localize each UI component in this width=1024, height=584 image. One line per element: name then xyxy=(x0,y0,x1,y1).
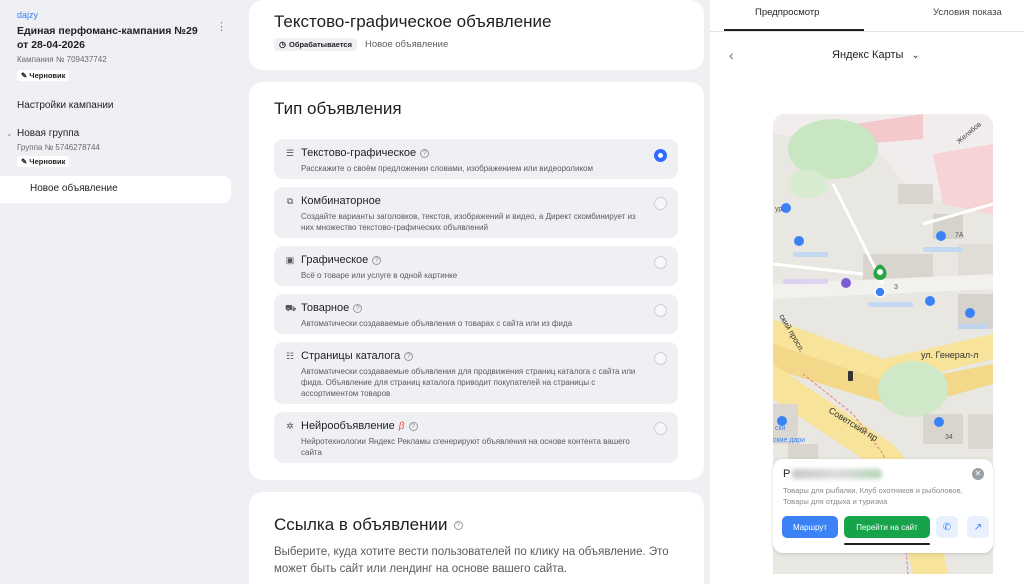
sidebar: dajzy Единая перфоманс-кампания №29 от 2… xyxy=(0,0,240,584)
pencil-icon: ✎ xyxy=(21,71,28,80)
campaign-id: Кампания № 709437742 xyxy=(17,55,107,64)
sidebar-item-new-ad[interactable]: Новое объявление xyxy=(0,176,231,203)
map-label: ур. xyxy=(775,206,784,213)
status-row: ◷ Обрабатывается Новое объявление xyxy=(274,38,448,51)
option-title: Нейрообъявление xyxy=(301,420,395,432)
section-title: Тип объявления xyxy=(274,99,402,118)
option-desc: Создайте варианты заголовков, текстов, и… xyxy=(301,212,636,232)
radio[interactable] xyxy=(654,197,667,210)
option-desc: Всё о товаре или услуге в одной картинке xyxy=(301,271,458,280)
business-card-popup: Р ✕ Товары для рыбалки, Клуб охотников и… xyxy=(773,459,993,553)
section-desc: Выберите, куда хотите вести пользователе… xyxy=(274,546,669,575)
option-desc: Расскажите о своём предложении словами, … xyxy=(301,164,593,173)
tabs-divider xyxy=(710,31,1024,32)
help-icon[interactable]: ? xyxy=(420,148,430,158)
status-badge: ◷ Обрабатывается xyxy=(274,38,357,51)
option-neuro-ad[interactable]: ✲ Нейрообъявление β? Нейротехнологии Янде… xyxy=(274,412,678,463)
section-title: Ссылка в объявлении? xyxy=(274,515,463,535)
street-label: ул. Генерал-л xyxy=(921,350,978,360)
radio[interactable] xyxy=(654,256,667,269)
text-lines-icon: ☰ xyxy=(285,148,295,158)
option-title: Товарное xyxy=(301,302,350,314)
device-select[interactable]: Яндекс Карты ⌄ xyxy=(832,49,920,61)
map-label: ские дари xyxy=(773,437,805,444)
option-graphic[interactable]: ▣ Графическое? Всё о товаре или услуге в… xyxy=(274,246,678,286)
page-title: Текстово-графическое объявление xyxy=(274,12,552,31)
phone-icon[interactable]: ✆ xyxy=(936,516,958,538)
ad-header-card: Текстово-графическое объявление ◷ Обраба… xyxy=(249,0,704,70)
campaign-settings-link[interactable]: Настройки кампании xyxy=(17,100,114,111)
map-label: 7А xyxy=(955,232,964,239)
option-text-graphic[interactable]: ☰ Текстово-графическое? Расскажите о сво… xyxy=(274,139,678,179)
kebab-menu-icon[interactable]: ⋮ xyxy=(216,22,227,33)
image-icon: ▣ xyxy=(285,255,295,265)
option-desc: Автоматически создаваемые объявления для… xyxy=(301,367,636,398)
external-link-icon[interactable]: ↗ xyxy=(967,516,989,538)
help-icon[interactable]: ? xyxy=(408,421,418,431)
pencil-icon: ✎ xyxy=(21,157,28,166)
route-button[interactable]: Маршрут xyxy=(782,516,838,538)
tab-conditions[interactable]: Условия показа xyxy=(933,7,1002,18)
radio[interactable] xyxy=(654,422,667,435)
option-title: Текстово-графическое xyxy=(301,147,417,159)
radio[interactable] xyxy=(654,352,667,365)
map-label: 34 xyxy=(945,434,953,441)
clock-icon: ◷ xyxy=(279,40,286,49)
site-button-indicator xyxy=(844,543,930,545)
business-desc: Товары для рыбалки, Клуб охотников и рыб… xyxy=(783,486,963,506)
option-desc: Автоматически создаваемые объявления о т… xyxy=(301,319,573,328)
help-icon[interactable]: ? xyxy=(353,303,363,313)
group-title[interactable]: Новая группа xyxy=(17,128,79,139)
help-icon[interactable]: ? xyxy=(372,255,382,265)
map-label: ски xyxy=(775,425,786,432)
campaign-title[interactable]: Единая перфоманс-кампания №29 от 28-04-2… xyxy=(17,24,202,52)
ad-type-card: Тип объявления ☰ Текстово-графическое? Р… xyxy=(249,82,704,480)
ad-link-card: Ссылка в объявлении? Выберите, куда хоти… xyxy=(249,492,704,584)
group-status-badge: ✎ Черновик xyxy=(17,156,70,167)
go-to-site-button[interactable]: Перейти на сайт xyxy=(844,516,930,538)
chevron-left-icon[interactable]: ‹ xyxy=(729,47,734,63)
help-icon[interactable]: ? xyxy=(453,520,463,530)
option-desc: Нейротехнологии Яндекс Рекламы сгенериру… xyxy=(301,437,630,457)
neuro-icon: ✲ xyxy=(286,421,294,431)
user-login[interactable]: dajzy xyxy=(17,10,38,20)
option-title: Графическое xyxy=(301,254,369,266)
combinatorial-icon: ⧉ xyxy=(286,196,294,206)
chevron-down-icon: ⌄ xyxy=(911,49,920,61)
help-icon[interactable]: ? xyxy=(404,351,414,361)
business-name: Р xyxy=(783,468,883,480)
option-title: Комбинаторное xyxy=(301,195,381,207)
catalog-icon: ☷ xyxy=(285,351,295,361)
campaign-status-badge: ✎ Черновик xyxy=(17,70,70,81)
blurred-name xyxy=(792,469,883,479)
tab-preview[interactable]: Предпросмотр xyxy=(755,7,819,18)
option-catalog-pages[interactable]: ☷ Страницы каталога? Автоматически созда… xyxy=(274,342,678,404)
close-icon[interactable]: ✕ xyxy=(972,468,984,480)
ad-name-label: Новое объявление xyxy=(364,39,449,50)
preview-panel: Предпросмотр Условия показа ‹ Яндекс Кар… xyxy=(710,0,1024,584)
cart-icon: ⛟ xyxy=(285,303,297,313)
option-product[interactable]: ⛟ Товарное? Автоматически создаваемые об… xyxy=(274,294,678,334)
radio[interactable] xyxy=(654,304,667,317)
chevron-down-icon[interactable]: ⌄ xyxy=(6,129,13,138)
option-combinatorial[interactable]: ⧉ Комбинаторное Создайте варианты заголо… xyxy=(274,187,678,238)
option-title: Страницы каталога xyxy=(301,350,401,362)
map-label: 3 xyxy=(894,284,898,291)
group-id: Группа № 5746278744 xyxy=(17,143,100,152)
beta-label: β xyxy=(398,420,405,432)
radio-selected[interactable] xyxy=(654,149,667,162)
